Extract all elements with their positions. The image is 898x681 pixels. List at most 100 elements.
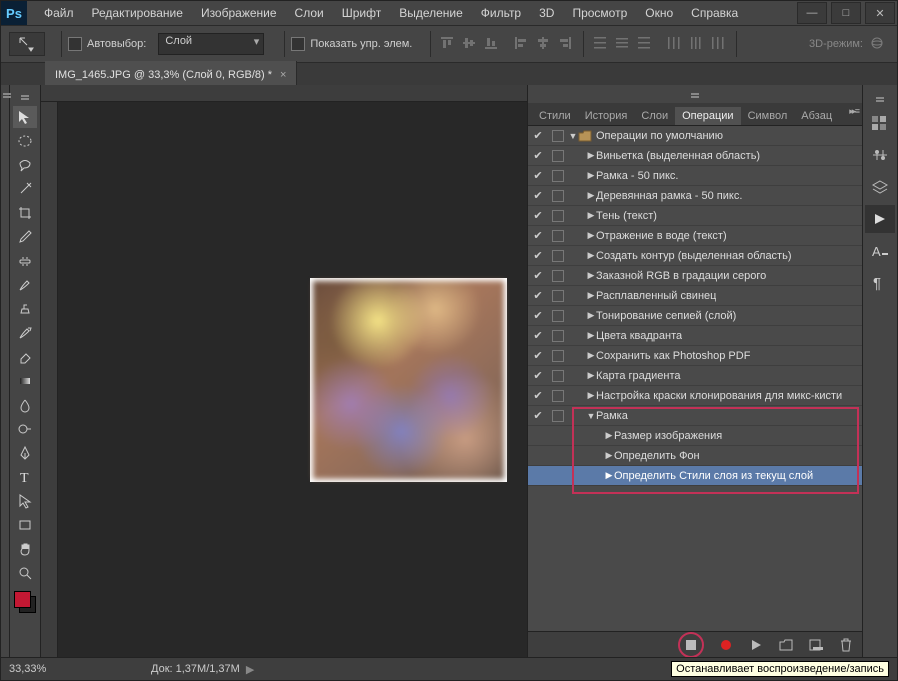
- action-row[interactable]: ✔▶Тень (текст): [528, 206, 862, 226]
- menu-filter[interactable]: Фильтр: [481, 6, 521, 20]
- play-panel-icon[interactable]: [865, 205, 895, 233]
- menu-select[interactable]: Выделение: [399, 6, 463, 20]
- action-row[interactable]: ✔▶Создать контур (выделенная область): [528, 246, 862, 266]
- record-button[interactable]: [718, 637, 734, 653]
- hand-tool[interactable]: [13, 538, 37, 560]
- left-dock-sliver[interactable]: [1, 85, 10, 658]
- dist-hcenter-icon[interactable]: [688, 35, 706, 53]
- dodge-tool[interactable]: [13, 418, 37, 440]
- collapse-grip-icon[interactable]: [874, 91, 886, 105]
- canvas[interactable]: [41, 85, 527, 658]
- tab-styles[interactable]: Стили: [532, 107, 578, 125]
- action-set-row[interactable]: ✔ ▼ Операции по умолчанию: [528, 126, 862, 146]
- action-row[interactable]: ✔▶Карта градиента: [528, 366, 862, 386]
- menu-layers[interactable]: Слои: [295, 6, 324, 20]
- dist-top-icon[interactable]: [592, 35, 610, 53]
- magic-wand-tool[interactable]: [13, 178, 37, 200]
- menu-file[interactable]: Файл: [44, 6, 74, 20]
- window-minimize-button[interactable]: —: [797, 2, 827, 24]
- tab-character[interactable]: Символ: [741, 107, 795, 125]
- show-transform-checkbox[interactable]: [291, 37, 305, 51]
- new-set-button[interactable]: [778, 637, 794, 653]
- eraser-tool[interactable]: [13, 346, 37, 368]
- menu-image[interactable]: Изображение: [201, 6, 277, 20]
- menu-type[interactable]: Шрифт: [342, 6, 381, 20]
- chevron-right-icon[interactable]: ▶: [246, 663, 254, 676]
- doc-info[interactable]: Док: 1,37M/1,37M: [151, 663, 240, 675]
- panel-menu-icon[interactable]: ▸▸ ≡: [849, 106, 858, 117]
- layers-icon[interactable]: [865, 173, 895, 201]
- action-row[interactable]: ✔▶Заказной RGB в градации серого: [528, 266, 862, 286]
- menu-3d[interactable]: 3D: [539, 6, 554, 20]
- window-close-button[interactable]: ✕: [865, 2, 895, 24]
- tab-history[interactable]: История: [578, 107, 635, 125]
- marquee-tool[interactable]: [13, 130, 37, 152]
- clone-stamp-tool[interactable]: [13, 298, 37, 320]
- color-swatches[interactable]: [14, 591, 36, 613]
- zoom-readout[interactable]: 33,33%: [9, 663, 71, 675]
- menu-window[interactable]: Окно: [645, 6, 673, 20]
- dist-vcenter-icon[interactable]: [614, 35, 632, 53]
- blur-tool[interactable]: [13, 394, 37, 416]
- dist-bottom-icon[interactable]: [636, 35, 654, 53]
- menu-edit[interactable]: Редактирование: [92, 6, 183, 20]
- action-row[interactable]: ✔▶Сохранить как Photoshop PDF: [528, 346, 862, 366]
- stop-button[interactable]: [683, 637, 699, 653]
- action-step-row[interactable]: ▶Определить Фон: [528, 446, 862, 466]
- rectangle-tool[interactable]: [13, 514, 37, 536]
- action-row[interactable]: ✔▶Деревянная рамка - 50 пикс.: [528, 186, 862, 206]
- dist-right-icon[interactable]: [710, 35, 728, 53]
- action-row[interactable]: ✔▶Рамка - 50 пикс.: [528, 166, 862, 186]
- new-action-button[interactable]: [808, 637, 824, 653]
- tool-preset-picker[interactable]: [9, 32, 45, 56]
- trash-button[interactable]: [838, 637, 854, 653]
- path-select-tool[interactable]: [13, 490, 37, 512]
- collapse-grip-icon[interactable]: [19, 89, 31, 103]
- tab-layers[interactable]: Слои: [634, 107, 675, 125]
- align-bottom-icon[interactable]: [483, 35, 501, 53]
- align-hcenter-icon[interactable]: [535, 35, 553, 53]
- action-row[interactable]: ✔▶Расплавленный свинец: [528, 286, 862, 306]
- dialog-toggle[interactable]: [552, 130, 564, 142]
- pen-tool[interactable]: [13, 442, 37, 464]
- lasso-tool[interactable]: [13, 154, 37, 176]
- align-vcenter-icon[interactable]: [461, 35, 479, 53]
- type-tool[interactable]: T: [13, 466, 37, 488]
- brush-tool[interactable]: [13, 274, 37, 296]
- close-icon[interactable]: ×: [280, 69, 286, 81]
- tab-paragraph[interactable]: Абзац: [794, 107, 839, 125]
- zoom-tool[interactable]: [13, 562, 37, 584]
- swatches-icon[interactable]: [865, 109, 895, 137]
- collapse-grip-icon[interactable]: [689, 87, 701, 101]
- expand-icon[interactable]: ▼: [568, 131, 578, 141]
- action-step-row-selected[interactable]: ▶Определить Стили слоя из текущ слой: [528, 466, 862, 486]
- action-row[interactable]: ✔▶Виньетка (выделенная область): [528, 146, 862, 166]
- collapse-grip-icon[interactable]: [1, 87, 13, 101]
- crop-tool[interactable]: [13, 202, 37, 224]
- action-step-row[interactable]: ▶Размер изображения: [528, 426, 862, 446]
- menu-view[interactable]: Просмотр: [572, 6, 627, 20]
- check-icon[interactable]: ✔: [528, 129, 548, 142]
- action-row[interactable]: ✔▶Тонирование сепией (слой): [528, 306, 862, 326]
- adjustments-icon[interactable]: [865, 141, 895, 169]
- character-panel-icon[interactable]: A: [865, 237, 895, 265]
- play-button[interactable]: [748, 637, 764, 653]
- healing-brush-tool[interactable]: [13, 250, 37, 272]
- move-tool[interactable]: [13, 106, 37, 128]
- align-top-icon[interactable]: [439, 35, 457, 53]
- autoselect-checkbox[interactable]: [68, 37, 82, 51]
- window-maximize-button[interactable]: □: [831, 2, 861, 24]
- align-left-icon[interactable]: [513, 35, 531, 53]
- gradient-tool[interactable]: [13, 370, 37, 392]
- action-row-open[interactable]: ✔▼Рамка: [528, 406, 862, 426]
- tab-actions[interactable]: Операции: [675, 107, 740, 125]
- history-brush-tool[interactable]: [13, 322, 37, 344]
- mode-3d-orbit-icon[interactable]: [869, 35, 887, 53]
- action-row[interactable]: ✔▶Цвета квадранта: [528, 326, 862, 346]
- autoselect-dropdown[interactable]: Слой: [158, 33, 264, 55]
- paragraph-panel-icon[interactable]: ¶: [865, 269, 895, 297]
- align-right-icon[interactable]: [557, 35, 575, 53]
- action-row[interactable]: ✔▶Отражение в воде (текст): [528, 226, 862, 246]
- dist-left-icon[interactable]: [666, 35, 684, 53]
- eyedropper-tool[interactable]: [13, 226, 37, 248]
